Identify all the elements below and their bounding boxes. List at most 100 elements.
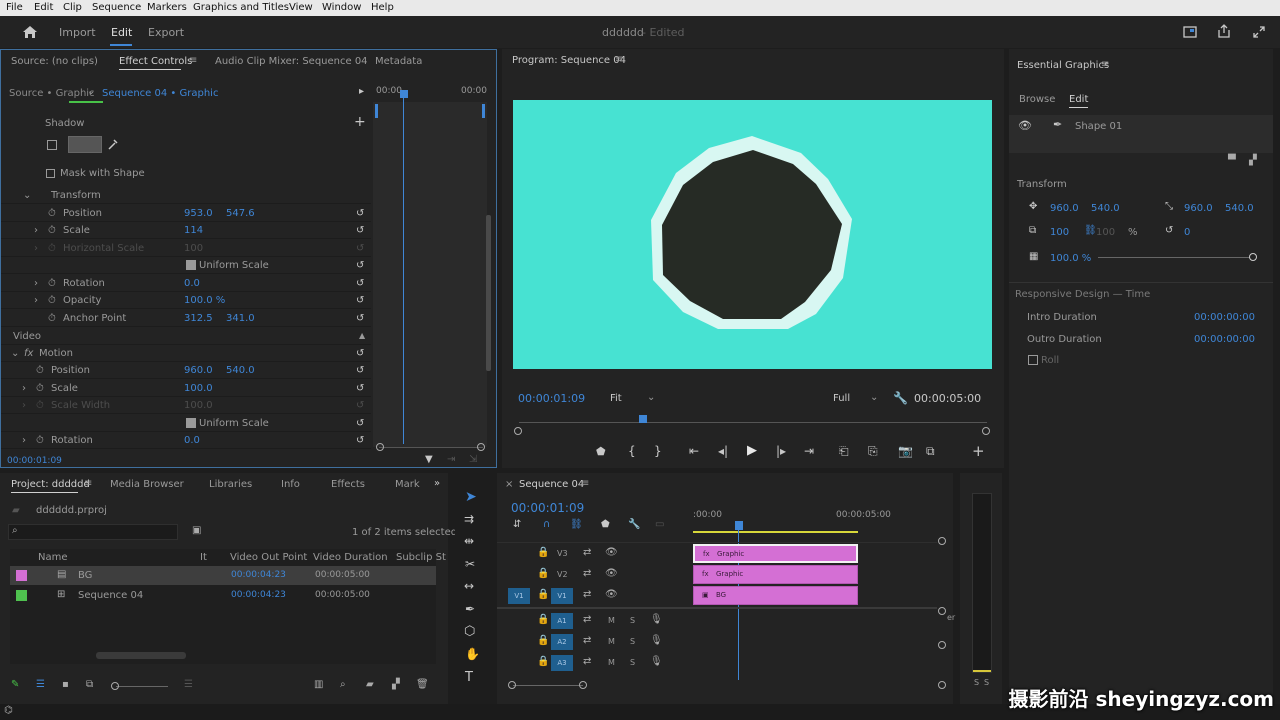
v-scroll-handle[interactable] [938,641,946,649]
sync-icon[interactable]: ⇄ [583,547,591,558]
work-area-bar[interactable] [693,531,858,533]
solo-left[interactable]: S [974,678,979,687]
eg-pos-y[interactable]: 540.0 [1091,203,1120,214]
horizontal-scrollbar[interactable] [96,652,186,659]
solo-button[interactable]: S [630,637,635,646]
status-icon[interactable]: ⌬ [4,705,13,716]
menu-edit[interactable]: Edit [34,2,53,13]
eye-icon[interactable]: 👁 [605,568,618,579]
transform-chevron-icon[interactable]: ⌄ [23,190,31,201]
lift-icon[interactable]: ⎗ [839,444,849,459]
track-label[interactable]: A1 [551,613,573,629]
anchor-y-value[interactable]: 341.0 [226,313,255,324]
item-color-label[interactable] [16,570,27,581]
edit-tab[interactable]: Edit [1069,94,1088,105]
shadow-color-swatch[interactable] [68,136,102,153]
expand-chevron-icon[interactable]: › [22,383,26,394]
panel-menu-icon[interactable]: ≡ [615,54,623,65]
pen-tool-icon[interactable]: ✒ [465,602,475,616]
expand-chevron-icon[interactable]: › [34,225,38,236]
zoom-handle-left[interactable] [376,443,384,451]
motion-pos-y[interactable]: 540.0 [226,365,255,376]
menu-graphics[interactable]: Graphics and Titles [193,2,289,13]
mark-in-icon[interactable]: { [628,444,636,458]
reset-icon[interactable]: ↺ [356,313,364,324]
reset-icon[interactable]: ↺ [356,208,364,219]
opacity-slider-handle[interactable] [1249,253,1257,261]
project-search-input[interactable] [8,524,178,540]
stopwatch-icon[interactable]: ⏱ [48,313,56,324]
audio-mixer-tab[interactable]: Audio Clip Mixer: Sequence 04 [215,56,368,67]
info-tab[interactable]: Info [281,479,300,490]
compare-icon[interactable]: ⧉ [926,444,935,459]
lock-icon[interactable]: 🔒 [537,568,549,579]
list-item-bg[interactable]: ▤ BG 00:00:04:23 00:00:05:00 [10,566,436,585]
lock-icon[interactable]: 🔒 [537,635,549,646]
stopwatch-icon[interactable]: ⏱ [48,208,56,219]
menu-view[interactable]: View [289,2,313,13]
trash-icon[interactable]: 🗑 [416,679,429,690]
zoom-handle-right[interactable] [477,443,485,451]
sync-icon[interactable]: ⇄ [583,568,591,579]
uniform-scale-checkbox[interactable] [186,260,196,270]
media-browser-tab[interactable]: Media Browser [110,479,184,490]
settings-wrench-icon[interactable]: 🔧 [628,519,640,530]
anchor-x-value[interactable]: 312.5 [184,313,213,324]
home-icon[interactable] [22,25,38,39]
ec-zoom-slider[interactable] [379,447,483,448]
step-forward-icon[interactable]: |▸ [776,444,786,458]
step-back-icon[interactable]: ◂| [718,444,728,458]
list-item-seq[interactable]: ⊞ Sequence 04 00:00:04:23 00:00:05:00 [10,586,436,605]
intro-value[interactable]: 00:00:00:00 [1194,312,1255,323]
scroll-handle-right[interactable] [579,681,587,689]
rotation-value[interactable]: 0.0 [184,278,200,289]
opacity-slider[interactable] [1098,257,1253,258]
browse-tab[interactable]: Browse [1019,94,1055,105]
col-name[interactable]: Name [38,552,68,563]
graphic-clip-v3[interactable]: fx Graphic [693,544,858,563]
new-layer-icon[interactable]: ▞ [1249,155,1257,166]
edit-tab[interactable]: Edit [111,26,132,39]
menu-file[interactable]: File [6,2,23,13]
zoom-slider-handle[interactable] [111,682,119,690]
stopwatch-icon[interactable]: ⏱ [48,278,56,289]
menu-window[interactable]: Window [322,2,361,13]
motion-pos-x[interactable]: 960.0 [184,365,213,376]
project-tab[interactable]: Project: dddddd [11,479,90,490]
motion-rotation-value[interactable]: 0.0 [184,435,200,446]
position-y-value[interactable]: 547.6 [226,208,255,219]
stopwatch-icon[interactable]: ⏱ [36,435,44,446]
reset-icon[interactable]: ↺ [356,225,364,236]
link-icon[interactable]: ⛓ [1084,225,1097,236]
markers-tab[interactable]: Mark [395,479,420,490]
full-dropdown[interactable]: Full [833,393,850,404]
bg-clip-v1[interactable]: ▣ BG [693,586,858,605]
freeform-view-icon[interactable]: ⧉ [86,679,93,690]
opacity-value[interactable]: 100.0 % [184,295,225,306]
snap-icon[interactable]: ∩ [543,519,550,530]
new-group-icon[interactable]: ▀ [1228,155,1236,166]
v-scroll-handle[interactable] [938,607,946,615]
lock-icon[interactable]: 🔒 [537,614,549,625]
solo-button[interactable]: S [630,658,635,667]
motion-scale-value[interactable]: 100.0 [184,383,213,394]
position-x-value[interactable]: 953.0 [184,208,213,219]
eg-anchor-y[interactable]: 540.0 [1225,203,1254,214]
panel-menu-icon[interactable]: ≡ [581,478,589,489]
share-icon[interactable] [1217,24,1231,38]
scroll-handle-left[interactable] [508,681,516,689]
new-bin-icon[interactable]: ▣ [192,525,201,536]
program-playhead[interactable] [639,415,647,423]
item-name[interactable]: Sequence 04 [78,590,143,601]
reset-icon[interactable]: ↺ [356,383,364,394]
sync-icon[interactable]: ⇄ [583,656,591,667]
track-label[interactable]: A3 [551,655,573,671]
new-bin-icon[interactable]: ▰ [366,679,374,690]
more-tabs-icon[interactable]: » [434,478,440,489]
metadata-tab[interactable]: Metadata [375,56,422,67]
zoom-slider[interactable] [116,686,168,687]
chevron-down-icon[interactable]: ⌄ [870,392,878,403]
quick-export-icon[interactable] [1183,26,1197,38]
hand-icon[interactable]: ✋ [465,647,480,661]
add-button-icon[interactable]: + [972,442,985,460]
